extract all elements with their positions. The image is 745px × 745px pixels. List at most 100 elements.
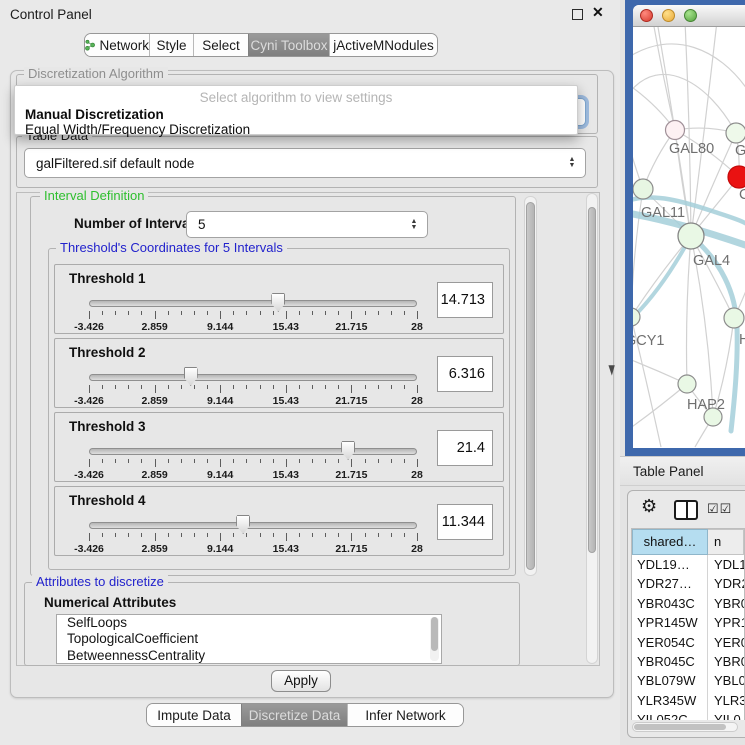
- dropdown-prompt: Select algorithm to view settings: [15, 90, 577, 105]
- cell-name[interactable]: YBR0: [708, 652, 744, 671]
- outer-vertical-scrollbar[interactable]: [586, 193, 598, 664]
- attributes-list-scrollbar[interactable]: [430, 617, 439, 661]
- node-green-topright[interactable]: [726, 123, 745, 143]
- table-row[interactable]: YPR145WYPR1: [632, 613, 744, 632]
- cell-shared-name[interactable]: YLR345W: [632, 691, 708, 710]
- dropdown-option-equal-width-frequency[interactable]: Equal Width/Frequency Discretization: [25, 122, 250, 137]
- cell-shared-name[interactable]: YER054C: [632, 633, 708, 652]
- attribute-list-item[interactable]: TopologicalCoefficient: [57, 631, 441, 647]
- slider-handle[interactable]: [236, 515, 250, 534]
- inner-scrollbar-thumb[interactable]: [526, 202, 535, 570]
- cell-shared-name[interactable]: YBL079W: [632, 671, 708, 690]
- node-gal11[interactable]: [633, 179, 653, 199]
- table-row[interactable]: YLR345WYLR3: [632, 691, 744, 710]
- table-row[interactable]: YER054CYER0: [632, 633, 744, 652]
- minor-tick: [141, 311, 142, 315]
- table-row[interactable]: YBR045CYBR0: [632, 652, 744, 671]
- cell-name[interactable]: YPR1: [708, 613, 744, 632]
- node-table[interactable]: shared… n YDL19…YDL1YDR27…YDR2YBR043CYBR…: [631, 528, 745, 720]
- network-window-titlebar[interactable]: [633, 5, 745, 27]
- cell-name[interactable]: YBR0: [708, 594, 744, 613]
- cell-shared-name[interactable]: YIL052C: [632, 710, 708, 720]
- minor-tick: [141, 385, 142, 389]
- table-row[interactable]: YIL052CYIL0: [632, 710, 744, 720]
- minor-tick: [325, 459, 326, 463]
- numerical-attributes-list[interactable]: SelfLoopsTopologicalCoefficientBetweenne…: [56, 614, 442, 664]
- dropdown-option-manual-discretization[interactable]: Manual Discretization: [25, 107, 164, 122]
- close-traffic-light[interactable]: [640, 9, 653, 22]
- major-tick: [220, 533, 221, 541]
- major-tick: [220, 385, 221, 393]
- outer-scrollbar-thumb[interactable]: [588, 207, 596, 553]
- tab-discretize-data[interactable]: Discretize Data: [241, 704, 347, 726]
- threshold-value-field[interactable]: 14.713: [437, 282, 493, 318]
- table-horizontal-scrollbar[interactable]: [632, 722, 738, 732]
- table-row[interactable]: YDL19…YDL1: [632, 555, 744, 574]
- table-row[interactable]: YBR043CYBR0: [632, 594, 744, 613]
- threshold-value-field[interactable]: 11.344: [437, 504, 493, 540]
- minimize-traffic-light[interactable]: [662, 9, 675, 22]
- network-canvas[interactable]: GAL80 GA C GAL11 GAL4 GCY1 H HAP2: [633, 27, 745, 448]
- tick-label: -3.426: [74, 395, 104, 407]
- minor-tick: [115, 311, 116, 315]
- node-pink[interactable]: [666, 121, 685, 140]
- major-tick: [155, 311, 156, 319]
- attributes-list-scrollbar-thumb[interactable]: [431, 617, 438, 651]
- tab-infer-network[interactable]: Infer Network: [347, 704, 463, 726]
- node-gal4[interactable]: [678, 223, 704, 249]
- tab-impute-data[interactable]: Impute Data: [147, 704, 241, 726]
- slider-handle[interactable]: [341, 441, 355, 460]
- columns-icon[interactable]: [674, 500, 698, 520]
- slider-track[interactable]: [89, 300, 417, 307]
- table-row[interactable]: YDR27…YDR2: [632, 574, 744, 593]
- cell-name[interactable]: YDR2: [708, 574, 744, 593]
- tab-cyni-toolbox[interactable]: Cyni Toolbox: [248, 34, 329, 56]
- cell-name[interactable]: YDL1: [708, 555, 744, 574]
- attribute-list-item[interactable]: SelfLoops: [57, 615, 441, 631]
- apply-button[interactable]: Apply: [271, 670, 331, 692]
- minor-tick: [115, 459, 116, 463]
- cell-name[interactable]: YER0: [708, 633, 744, 652]
- minor-tick: [260, 459, 261, 463]
- threshold-value-field[interactable]: 21.4: [437, 430, 493, 466]
- node-hap2[interactable]: [678, 375, 696, 393]
- gear-icon[interactable]: ⚙: [641, 496, 657, 517]
- slider-track[interactable]: [89, 374, 417, 381]
- cell-name[interactable]: YLR3: [708, 691, 744, 710]
- cell-shared-name[interactable]: YDR27…: [632, 574, 708, 593]
- inner-vertical-scrollbar[interactable]: [524, 196, 537, 576]
- slider-ticks: -3.4262.8599.14415.4321.71528: [89, 311, 417, 331]
- column-header-shared-name[interactable]: shared…: [632, 529, 708, 555]
- label-gcy1: GCY1: [633, 333, 665, 349]
- cell-shared-name[interactable]: YBR043C: [632, 594, 708, 613]
- minor-tick: [299, 385, 300, 389]
- select-columns-checkboxes-icon[interactable]: ☑☑: [707, 501, 732, 517]
- tab-network[interactable]: Network: [85, 34, 149, 56]
- cell-shared-name[interactable]: YBR045C: [632, 652, 708, 671]
- zoom-traffic-light[interactable]: [684, 9, 697, 22]
- float-window-icon[interactable]: [572, 9, 583, 20]
- node-h[interactable]: [724, 308, 744, 328]
- minor-tick: [168, 311, 169, 315]
- minor-tick: [378, 385, 379, 389]
- cell-name[interactable]: YBL0: [708, 671, 744, 690]
- slider-track[interactable]: [89, 522, 417, 529]
- attribute-list-item[interactable]: BetweennessCentrality: [57, 648, 441, 664]
- table-row[interactable]: YBL079WYBL0: [632, 671, 744, 690]
- tab-jactivemnodules[interactable]: jActiveMNodules: [329, 34, 437, 56]
- tab-style[interactable]: Style: [149, 34, 193, 56]
- threshold-value-field[interactable]: 6.316: [437, 356, 493, 392]
- slider-handle[interactable]: [271, 293, 285, 312]
- cell-shared-name[interactable]: YPR145W: [632, 613, 708, 632]
- slider-handle[interactable]: [184, 367, 198, 386]
- tab-select[interactable]: Select: [193, 34, 248, 56]
- number-of-intervals-combobox[interactable]: 5 ▲▼: [186, 211, 428, 238]
- close-icon[interactable]: ✕: [592, 4, 604, 21]
- column-header-name[interactable]: n: [708, 529, 744, 555]
- cell-shared-name[interactable]: YDL19…: [632, 555, 708, 574]
- table-horizontal-scrollbar-thumb[interactable]: [634, 724, 726, 730]
- table-data-combobox[interactable]: galFiltered.sif default node ▲▼: [24, 148, 586, 178]
- node-red-selected[interactable]: [728, 166, 745, 188]
- cell-name[interactable]: YIL0: [708, 710, 744, 720]
- slider-track[interactable]: [89, 448, 417, 455]
